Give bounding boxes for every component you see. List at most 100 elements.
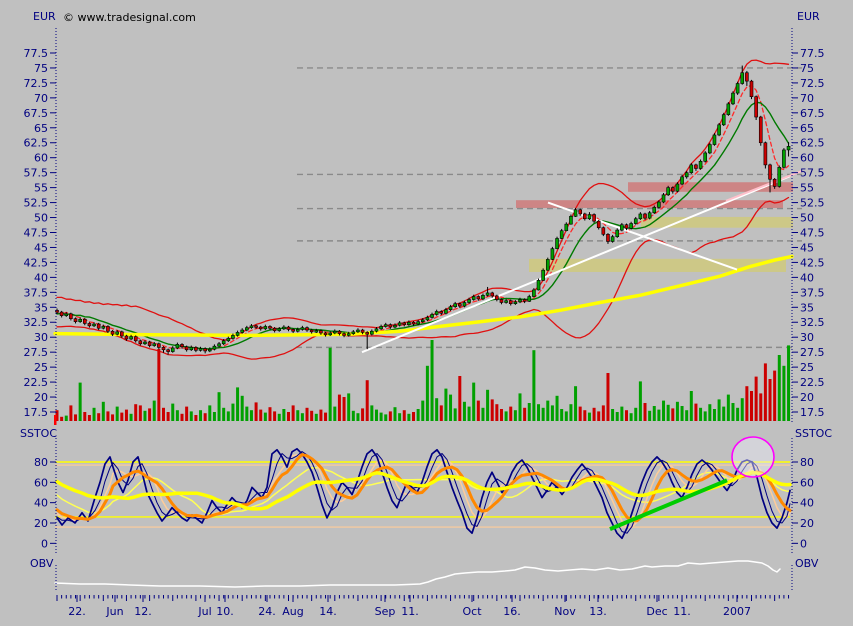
volume-bar bbox=[263, 412, 267, 421]
volume-bar bbox=[476, 400, 480, 421]
volume-bar bbox=[314, 413, 318, 421]
volume-bar bbox=[398, 413, 402, 421]
candle-body bbox=[64, 313, 69, 316]
candle-body bbox=[129, 336, 133, 340]
sstoc-tick-label-right: 20 bbox=[800, 517, 814, 530]
candle-body bbox=[374, 328, 379, 332]
candle-body bbox=[689, 164, 694, 173]
sstoc-tick-label-right: 60 bbox=[800, 476, 814, 489]
volume-bar bbox=[393, 407, 397, 421]
volume-bar bbox=[671, 408, 675, 421]
candle-body bbox=[82, 318, 87, 324]
candle-body bbox=[217, 343, 221, 347]
candle-body bbox=[240, 329, 244, 333]
volume-bar bbox=[712, 409, 716, 421]
volume-bar bbox=[680, 406, 684, 421]
candle-body bbox=[277, 328, 282, 331]
volume-bar bbox=[273, 411, 277, 421]
axis-cursor-mark bbox=[54, 415, 57, 425]
candle-body bbox=[388, 324, 393, 328]
candle-body bbox=[249, 325, 254, 328]
candle-body bbox=[587, 214, 592, 220]
volume-bar bbox=[124, 409, 128, 421]
sstoc-tick-label-left: 0 bbox=[41, 537, 48, 550]
price-tick-label-left: 35 bbox=[34, 301, 48, 314]
volume-bar bbox=[92, 407, 96, 421]
candle-body bbox=[745, 72, 749, 82]
volume-bar bbox=[254, 402, 258, 421]
volume-bar bbox=[208, 405, 212, 421]
price-tick-label-right: 77.5 bbox=[800, 47, 825, 60]
volume-bar bbox=[412, 412, 416, 421]
volume-bar bbox=[435, 398, 439, 421]
candle-body bbox=[536, 280, 541, 291]
candle-body bbox=[346, 333, 351, 336]
volume-bar bbox=[587, 412, 591, 421]
price-tick-label-left: 30 bbox=[34, 331, 48, 344]
highlight-circle bbox=[731, 436, 775, 478]
candle-body bbox=[545, 259, 550, 271]
price-tick-label-right: 57.5 bbox=[800, 167, 825, 180]
chart-canvas[interactable]: 77.5 77.5 75 75 72.5 72.5 70 70 67.5 67.5 65 65 62.5… bbox=[0, 0, 853, 626]
volume-bar bbox=[259, 409, 263, 421]
volume-bar bbox=[324, 412, 328, 421]
volume-bar bbox=[69, 405, 73, 421]
volume-bar bbox=[180, 413, 184, 421]
candle-body bbox=[666, 187, 670, 196]
candle-body bbox=[323, 332, 328, 336]
volume-bar bbox=[643, 403, 647, 421]
volume-bar bbox=[287, 412, 290, 421]
price-tick-label-left: 65 bbox=[34, 122, 48, 135]
volume-bar bbox=[175, 410, 179, 421]
sstoc-tick-label-left: 80 bbox=[34, 456, 48, 469]
volume-bar bbox=[134, 404, 138, 421]
volume-bar bbox=[717, 399, 721, 421]
volume-bar bbox=[518, 393, 522, 421]
candle-body bbox=[643, 213, 647, 219]
price-tick-label-left: 77.5 bbox=[24, 47, 49, 60]
candle-body bbox=[194, 347, 198, 351]
candle-body bbox=[499, 299, 504, 303]
volume-bar bbox=[101, 401, 105, 421]
candle-body bbox=[397, 322, 402, 326]
volume-bar bbox=[504, 411, 508, 421]
volume-bar bbox=[370, 405, 374, 421]
volume-bar bbox=[578, 406, 582, 421]
candle-body bbox=[453, 303, 457, 307]
candle-body bbox=[606, 233, 610, 242]
volume-bar bbox=[449, 394, 453, 421]
date-label: Nov bbox=[554, 605, 576, 618]
volume-bar bbox=[199, 410, 203, 421]
volume-bar bbox=[245, 406, 249, 421]
volume-bar bbox=[499, 409, 503, 421]
volume-bar bbox=[342, 397, 346, 421]
candle-body bbox=[295, 329, 300, 332]
volume-bar bbox=[532, 350, 536, 421]
volume-bar bbox=[388, 411, 392, 421]
volume-bar bbox=[560, 409, 564, 421]
date-label: 11. bbox=[673, 605, 691, 618]
candle-body bbox=[430, 314, 434, 318]
yellow-zone bbox=[641, 216, 793, 228]
candle-body bbox=[305, 327, 309, 331]
volume-bar bbox=[708, 404, 712, 421]
candle-body bbox=[721, 114, 726, 126]
price-tick-label-left: 17.5 bbox=[24, 406, 49, 419]
candle-body bbox=[383, 324, 388, 327]
volume-bar bbox=[166, 412, 170, 421]
date-label: 24. bbox=[258, 605, 276, 618]
candle-body bbox=[342, 333, 346, 336]
price-tick-label-right: 22.5 bbox=[800, 376, 825, 389]
volume-bar bbox=[83, 412, 87, 421]
price-tick-label-left: 40 bbox=[34, 271, 48, 284]
price-tick-label-right: 50 bbox=[800, 212, 814, 225]
candle-body bbox=[550, 248, 555, 260]
candle-body bbox=[712, 134, 717, 145]
candle-body bbox=[647, 212, 652, 219]
volume-bar bbox=[87, 415, 91, 421]
volume-bar bbox=[78, 382, 82, 421]
date-label: 14. bbox=[319, 605, 337, 618]
candle-body bbox=[633, 218, 638, 224]
candle-body bbox=[184, 346, 189, 351]
candle-body bbox=[147, 341, 152, 346]
